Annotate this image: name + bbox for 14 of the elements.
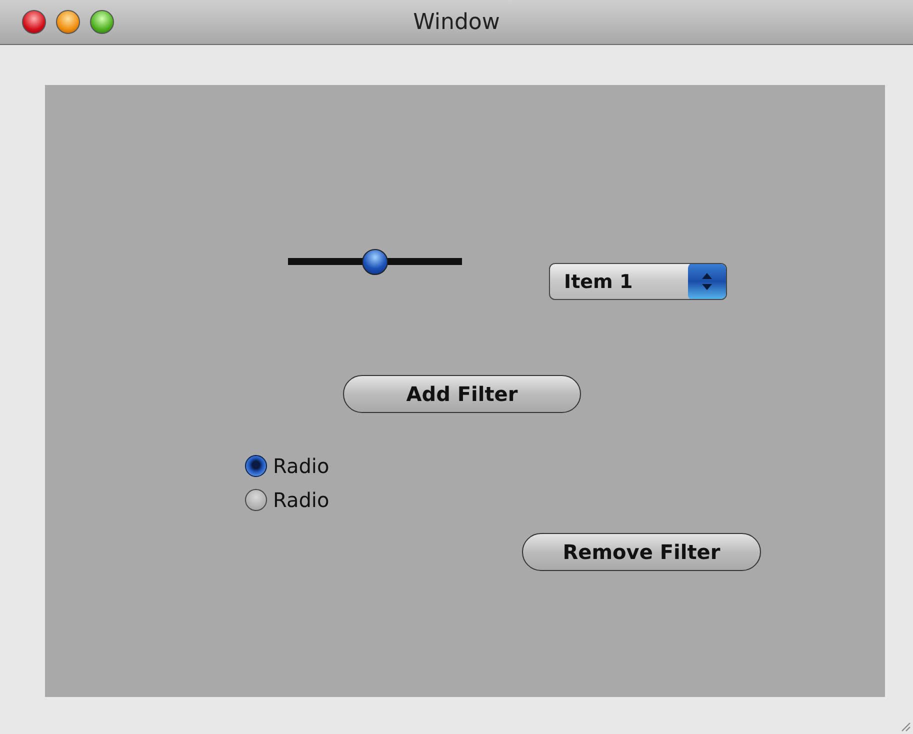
close-button[interactable]: [22, 10, 46, 34]
push-button[interactable]: Remove Filter: [522, 533, 761, 571]
slider-thumb[interactable]: [362, 249, 388, 275]
minimize-button[interactable]: [56, 10, 80, 34]
radio-label[interactable]: Radio: [273, 488, 330, 512]
window-title: Window: [413, 10, 500, 34]
popup-menu[interactable]: Item 1: [549, 263, 727, 300]
radio-button[interactable]: [245, 489, 267, 511]
push-button[interactable]: Add Filter: [343, 375, 581, 413]
up-down-arrows-icon: [688, 264, 726, 299]
zoom-button[interactable]: [90, 10, 114, 34]
resize-grip-icon[interactable]: [899, 720, 911, 732]
radio-button[interactable]: [245, 455, 267, 477]
radio-label[interactable]: Radio: [273, 454, 330, 478]
